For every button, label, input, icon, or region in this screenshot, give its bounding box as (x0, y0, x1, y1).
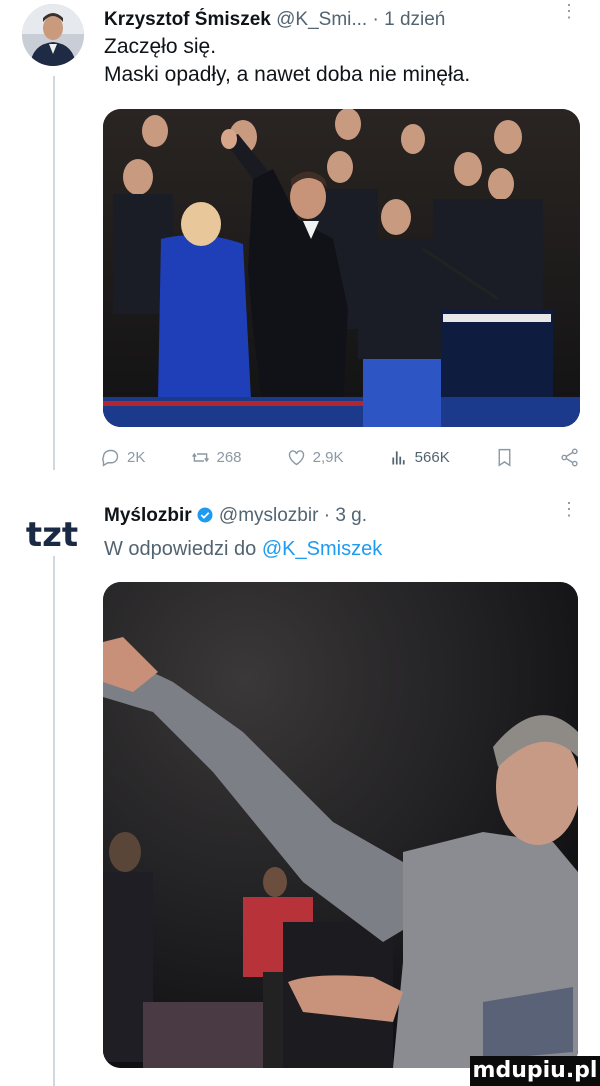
reply-author-name[interactable]: Myślozbir (104, 505, 192, 526)
repost-button[interactable]: 268 (190, 447, 242, 468)
reply-prefix: W odpowiedzi do (104, 538, 257, 560)
tweet-1-header: Krzysztof Śmiszek @K_Smi... · 1 dzień (104, 8, 580, 32)
like-button[interactable]: 2,9K (286, 447, 344, 468)
thread-line-2 (53, 556, 55, 1086)
reply-to-link[interactable]: @K_Smiszek (262, 538, 382, 560)
salute-photo-image (103, 582, 578, 1068)
share-icon (561, 447, 578, 467)
heart-icon (288, 449, 304, 465)
reply-tweet-time[interactable]: · 3 g. (324, 505, 367, 526)
reply-author-handle[interactable]: @myslozbir (219, 505, 319, 526)
person-photo-icon (22, 4, 84, 66)
reply-author-avatar[interactable]: tzt (16, 496, 88, 556)
views-chart-icon (392, 450, 405, 464)
tweet-1-media[interactable] (103, 109, 580, 427)
bookmark-button[interactable] (494, 447, 515, 468)
author-handle[interactable]: @K_Smi... (276, 9, 367, 30)
reply-more-options-icon[interactable]: ⋮ (560, 500, 578, 518)
repost-count: 268 (216, 448, 242, 466)
bookmark-icon (498, 448, 511, 467)
reply-button[interactable]: 2K (100, 447, 145, 468)
repost-icon (191, 452, 209, 462)
thread-line-1 (53, 76, 55, 470)
watermark-logo: mdupiu.pl (470, 1056, 600, 1086)
author-avatar[interactable] (22, 4, 84, 66)
tzt-logo-text: tzt (26, 515, 78, 555)
reply-count: 2K (127, 448, 146, 466)
tzt-logo-icon: tzt (26, 515, 78, 555)
tweet-time[interactable]: · 1 dzień (373, 9, 446, 30)
share-button[interactable] (559, 447, 580, 468)
reply-context: W odpowiedzi do @K_Smiszek (104, 536, 382, 562)
more-options-icon[interactable]: ⋮ (560, 2, 578, 20)
views-button[interactable]: 566K (388, 447, 450, 468)
reply-icon (102, 449, 119, 467)
stage-photo-image (103, 109, 580, 427)
tweet-1-line-1: Zaczęło się. (104, 35, 217, 58)
views-count: 566K (414, 448, 450, 466)
author-name[interactable]: Krzysztof Śmiszek (104, 9, 271, 30)
like-count: 2,9K (312, 448, 344, 466)
tweet-1-actions: 2K 268 2,9K 566K (100, 442, 580, 472)
tweet-2-media[interactable] (103, 582, 578, 1068)
verified-badge-icon (197, 507, 213, 523)
tweet-2-header: Myślozbir @myslozbir · 3 g. (104, 504, 580, 528)
tweet-1-line-2: Maski opadły, a nawet doba nie minęła. (104, 63, 471, 86)
